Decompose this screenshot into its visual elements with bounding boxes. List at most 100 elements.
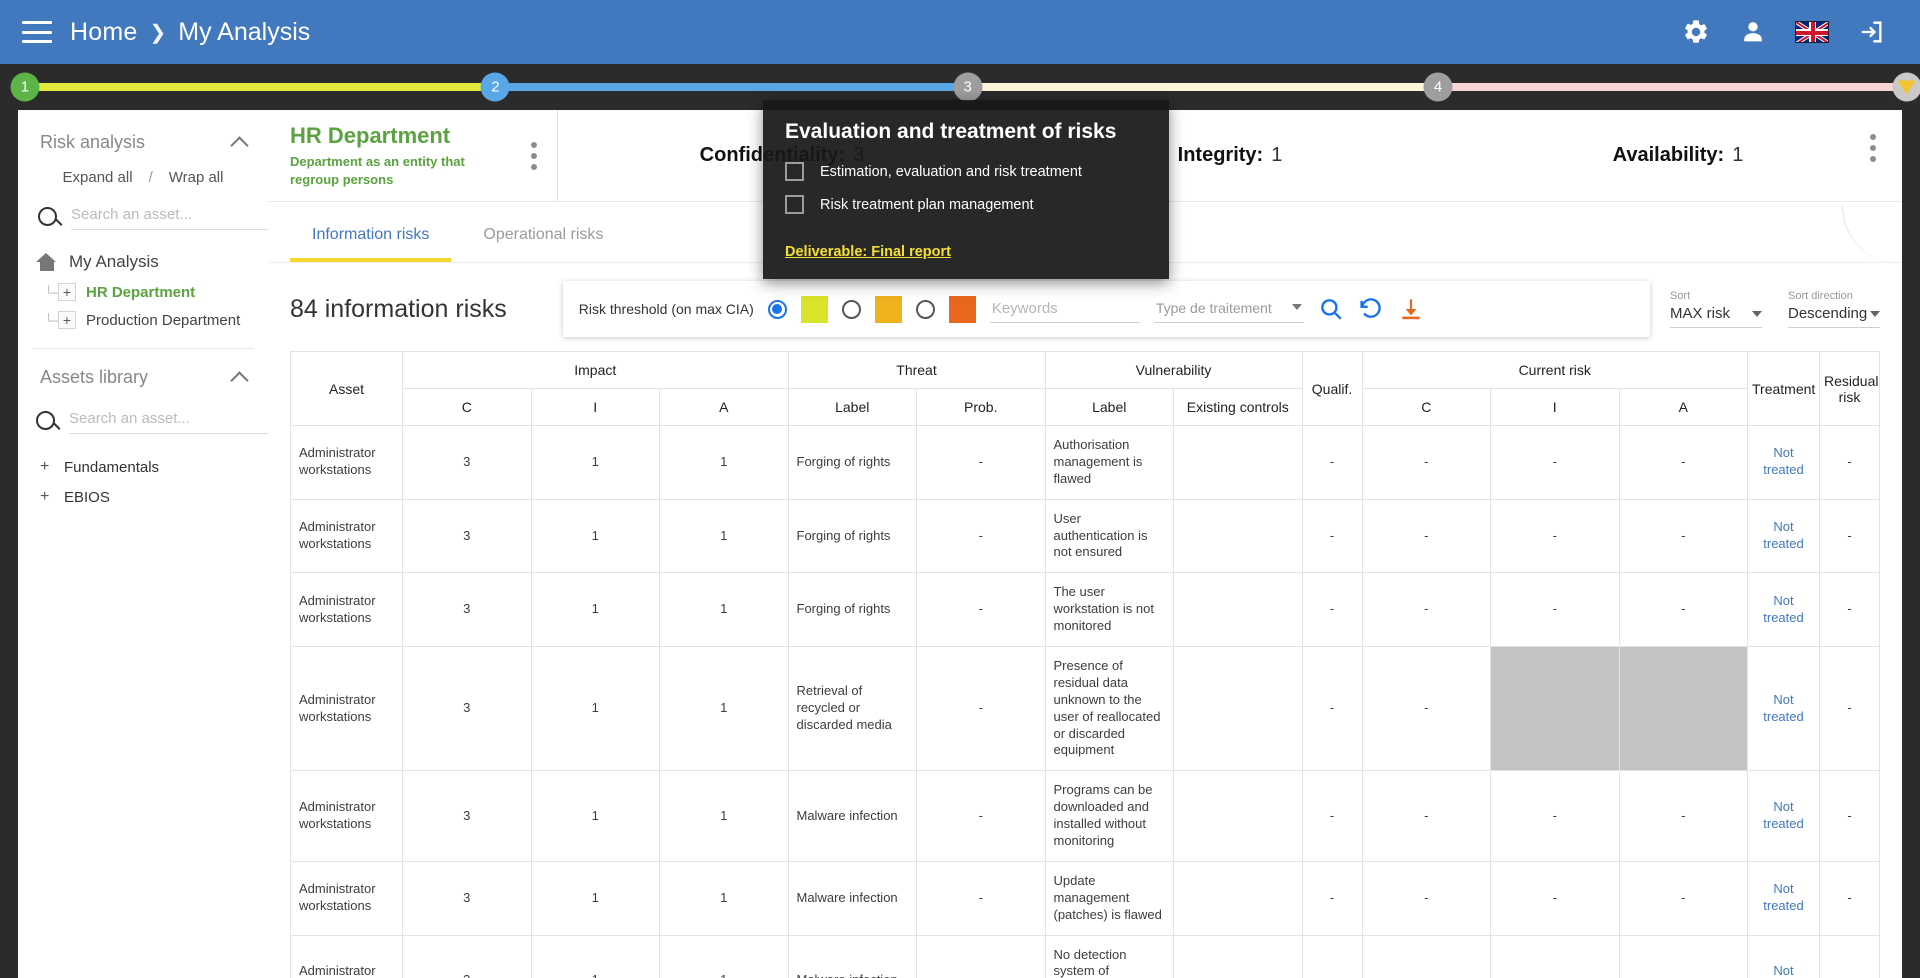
th-treatment[interactable]: Treatment [1747, 351, 1820, 426]
search-icon[interactable] [1318, 296, 1344, 322]
expand-plus-icon[interactable]: + [40, 458, 51, 476]
step-node-1[interactable]: 1 [10, 72, 40, 102]
threshold-radio-yellow[interactable] [767, 299, 787, 319]
workflow-step-tooltip: Evaluation and treatment of risks Estima… [763, 100, 1169, 279]
step-node-4[interactable]: 4 [1423, 72, 1453, 102]
asset-card[interactable]: HR Department Department as an entity th… [268, 110, 558, 201]
tree-item-production-department[interactable]: └─ + Production Department [36, 306, 268, 334]
cell-treatment[interactable]: Not treated [1747, 498, 1820, 574]
chevron-down-icon [1291, 303, 1302, 310]
sort-select[interactable]: MAX risk [1670, 305, 1762, 328]
cell-treatment[interactable]: Not treated [1747, 770, 1820, 862]
user-icon[interactable] [1738, 17, 1768, 47]
logout-icon[interactable] [1856, 17, 1886, 47]
expand-plus-icon[interactable]: + [58, 283, 76, 301]
checkbox-icon[interactable] [785, 195, 804, 214]
table-row[interactable]: Administrator workstations 3 1 1 Forging of … [290, 498, 1880, 574]
th-impact-a[interactable]: A [659, 388, 789, 426]
cell-impact-c: 3 [402, 646, 532, 772]
expand-all-link[interactable]: Expand all [63, 169, 133, 186]
cell-existing-controls [1173, 770, 1303, 862]
th-vuln-label[interactable]: Label [1044, 388, 1174, 426]
search-icon[interactable] [36, 410, 55, 430]
chevron-up-icon-risk-analysis[interactable] [230, 135, 249, 155]
th-impact-i[interactable]: I [530, 388, 660, 426]
cell-risk-a: - [1618, 498, 1748, 574]
deliverable-link[interactable]: Deliverable: Final report [785, 244, 951, 260]
cell-treatment[interactable]: Not treated [1747, 860, 1820, 936]
cell-threat: Malware infection [787, 934, 917, 978]
list-item[interactable]: + EBIOS [40, 482, 268, 512]
tooltip-checkbox-item[interactable]: Estimation, evaluation and risk treatmen… [785, 162, 1147, 181]
tree-item-hr-department[interactable]: └─ + HR Department [36, 278, 268, 306]
cell-vulnerability: Programs can be downloaded and installed… [1044, 770, 1174, 862]
breadcrumb-home[interactable]: Home [70, 18, 138, 47]
th-threat-label[interactable]: Label [787, 388, 917, 426]
expand-plus-icon[interactable]: + [58, 311, 76, 329]
th-impact-c[interactable]: C [402, 388, 532, 426]
treatment-link[interactable]: Not treated [1763, 519, 1803, 551]
table-row[interactable]: Administrator workstations311Malware inf… [290, 934, 1880, 978]
download-icon[interactable] [1398, 296, 1424, 322]
cell-impact-i: 1 [530, 572, 660, 648]
hamburger-icon[interactable] [22, 21, 52, 43]
treatment-link[interactable]: Not treated [1763, 963, 1803, 978]
asset-menu-icon[interactable] [527, 138, 541, 174]
treatment-type-select[interactable]: Type de traitement [1153, 296, 1304, 323]
checkbox-icon[interactable] [785, 162, 804, 181]
risk-table-container[interactable]: Asset Impact Threat Vulnerability Qualif… [268, 351, 1902, 978]
reset-icon[interactable] [1358, 296, 1384, 322]
table-row[interactable]: Administrator workstations 3 1 1 Forging of … [290, 425, 1880, 500]
cell-risk-a [1618, 646, 1748, 772]
th-existing-controls[interactable]: Existing controls [1173, 388, 1303, 426]
step-node-3[interactable]: 3 [953, 72, 983, 102]
tab-operational-risks[interactable]: Operational risks [461, 218, 625, 262]
cell-treatment[interactable]: Not treated [1747, 934, 1820, 978]
sort-direction-field[interactable]: Sort direction Descending [1788, 290, 1880, 328]
cell-treatment[interactable]: Not treated [1747, 646, 1820, 772]
availability-number: 1 [1732, 144, 1744, 166]
expand-plus-icon[interactable]: + [40, 488, 51, 506]
table-row[interactable]: Administrator workstations 3 1 1 Retrieval o… [290, 646, 1880, 772]
treatment-link[interactable]: Not treated [1763, 692, 1803, 724]
list-item[interactable]: + Fundamentals [40, 452, 268, 482]
th-qualif[interactable]: Qualif. [1301, 351, 1363, 426]
treatment-link[interactable]: Not treated [1763, 881, 1803, 913]
sort-field[interactable]: Sort MAX risk [1670, 290, 1762, 328]
search-icon[interactable] [38, 206, 57, 226]
tab-information-risks[interactable]: Information risks [290, 218, 452, 262]
gear-icon[interactable] [1681, 17, 1711, 47]
th-threat-prob[interactable]: Prob. [916, 388, 1046, 426]
th-risk-i[interactable]: I [1490, 388, 1620, 426]
panel-menu-icon[interactable] [1866, 130, 1880, 166]
threshold-radio-red[interactable] [915, 299, 935, 319]
uk-flag-icon[interactable] [1795, 21, 1829, 43]
threshold-radio-orange[interactable] [841, 299, 861, 319]
keywords-input[interactable] [989, 295, 1140, 323]
cell-treatment[interactable]: Not treated [1747, 425, 1820, 500]
assets-library-search-input[interactable] [69, 406, 268, 434]
th-residual-risk[interactable]: Residual risk [1819, 351, 1880, 426]
step-segment [495, 83, 968, 91]
th-asset[interactable]: Asset [290, 351, 403, 426]
sort-direction-select[interactable]: Descending [1788, 305, 1880, 328]
table-row[interactable]: Administrator workstations 3 1 1 Forging of … [290, 572, 1880, 648]
cell-treatment[interactable]: Not treated [1747, 572, 1820, 648]
treatment-link[interactable]: Not treated [1763, 593, 1803, 625]
step-node-final[interactable] [1892, 72, 1920, 102]
treatment-link[interactable]: Not treated [1763, 445, 1803, 477]
tree-root-my-analysis[interactable]: My Analysis [36, 246, 268, 278]
treatment-link[interactable]: Not treated [1763, 799, 1803, 831]
table-row[interactable]: Administrator workstations311Malware inf… [290, 770, 1880, 862]
breadcrumb-current[interactable]: My Analysis [178, 18, 310, 47]
table-row[interactable]: Administrator workstations311Malware inf… [290, 860, 1880, 936]
chevron-up-icon-assets-library[interactable] [230, 370, 249, 390]
cell-prob: - [916, 934, 1046, 978]
risk-analysis-search-input[interactable] [71, 202, 270, 230]
step-node-2[interactable]: 2 [480, 72, 510, 102]
tooltip-checkbox-item[interactable]: Risk treatment plan management [785, 195, 1147, 214]
th-risk-a[interactable]: A [1618, 388, 1748, 426]
cell-risk-i: - [1490, 425, 1620, 500]
wrap-all-link[interactable]: Wrap all [169, 169, 224, 186]
th-risk-c[interactable]: C [1361, 388, 1491, 426]
